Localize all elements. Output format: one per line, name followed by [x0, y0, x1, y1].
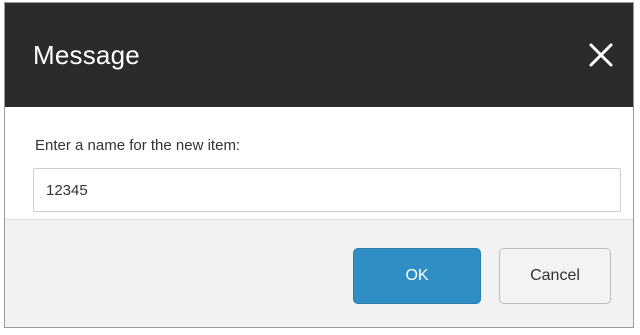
dialog-footer: OK Cancel: [5, 219, 633, 327]
message-dialog: Message Enter a name for the new item: O…: [4, 2, 634, 328]
dialog-body: Enter a name for the new item:: [5, 107, 633, 219]
close-icon: [589, 43, 613, 67]
cancel-button[interactable]: Cancel: [499, 247, 611, 304]
ok-button[interactable]: OK: [353, 247, 481, 304]
item-name-input[interactable]: [33, 168, 621, 212]
dialog-title: Message: [33, 39, 140, 70]
close-button[interactable]: [579, 33, 623, 77]
prompt-label: Enter a name for the new item:: [35, 137, 241, 154]
dialog-titlebar: Message: [5, 3, 633, 107]
